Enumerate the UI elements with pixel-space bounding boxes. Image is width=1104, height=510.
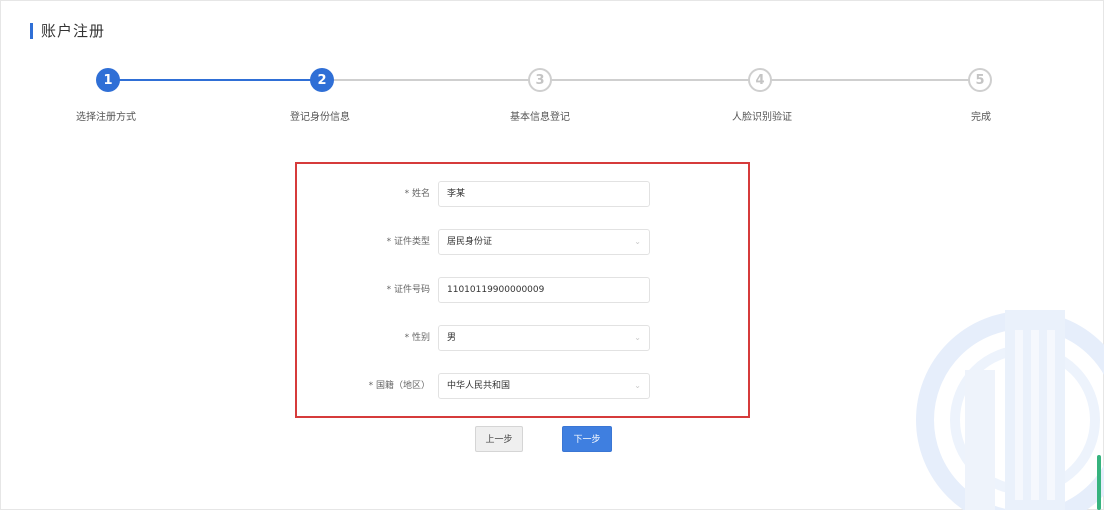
form-row-name: * 姓名 李某 [297,181,748,207]
step-1-label: 选择注册方式 [76,112,136,123]
gender-select[interactable]: 男 ⌄ [438,325,650,351]
step-connector-1-2 [108,79,322,81]
id-number-label: * 证件号码 [386,285,430,295]
step-connector-3-4 [540,79,760,81]
name-label: * 姓名 [404,189,430,199]
chevron-down-icon: ⌄ [634,237,641,246]
country-value: 中华人民共和国 [447,381,511,391]
chevron-down-icon: ⌄ [634,381,641,390]
id-type-label: * 证件类型 [386,237,430,247]
country-label: * 国籍（地区） [368,381,430,391]
step-3-label: 基本信息登记 [510,112,570,123]
step-5-circle: 5 [968,68,992,92]
form-row-country: * 国籍（地区） 中华人民共和国 ⌄ [297,373,748,399]
country-select[interactable]: 中华人民共和国 ⌄ [438,373,650,399]
form-row-id-number: * 证件号码 11010119900000009 [297,277,748,303]
chevron-down-icon: ⌄ [634,333,641,342]
prev-step-button[interactable]: 上一步 [475,426,523,452]
title-accent-bar [30,22,33,39]
form-row-id-type: * 证件类型 居民身份证 ⌄ [297,229,748,255]
page-title: 账户注册 [41,22,106,40]
identity-form: * 姓名 李某 * 证件类型 居民身份证 ⌄ * 证件号码 1101011990… [295,162,750,418]
step-connector-4-5 [760,79,980,81]
step-4-circle: 4 [748,68,772,92]
page-header: 账户注册 [30,20,105,41]
tax-emblem-watermark-icon [916,310,1104,510]
next-step-button[interactable]: 下一步 [562,426,612,452]
step-4-label: 人脸识别验证 [732,112,792,123]
name-input[interactable]: 李某 [438,181,650,207]
id-type-select[interactable]: 居民身份证 ⌄ [438,229,650,255]
registration-stepper: 1 2 3 4 5 选择注册方式 登记身份信息 基本信息登记 人脸识别验证 完成 [0,64,1104,124]
scrollbar-thumb[interactable] [1097,455,1101,510]
step-connector-2-3 [322,79,540,81]
id-number-input[interactable]: 11010119900000009 [438,277,650,303]
step-2-label: 登记身份信息 [290,112,350,123]
gender-label: * 性别 [404,333,430,343]
id-type-value: 居民身份证 [447,237,493,247]
step-5-label: 完成 [971,112,991,123]
step-1-circle: 1 [96,68,120,92]
gender-value: 男 [447,333,457,343]
step-3-circle: 3 [528,68,552,92]
form-row-gender: * 性别 男 ⌄ [297,325,748,351]
step-2-circle: 2 [310,68,334,92]
